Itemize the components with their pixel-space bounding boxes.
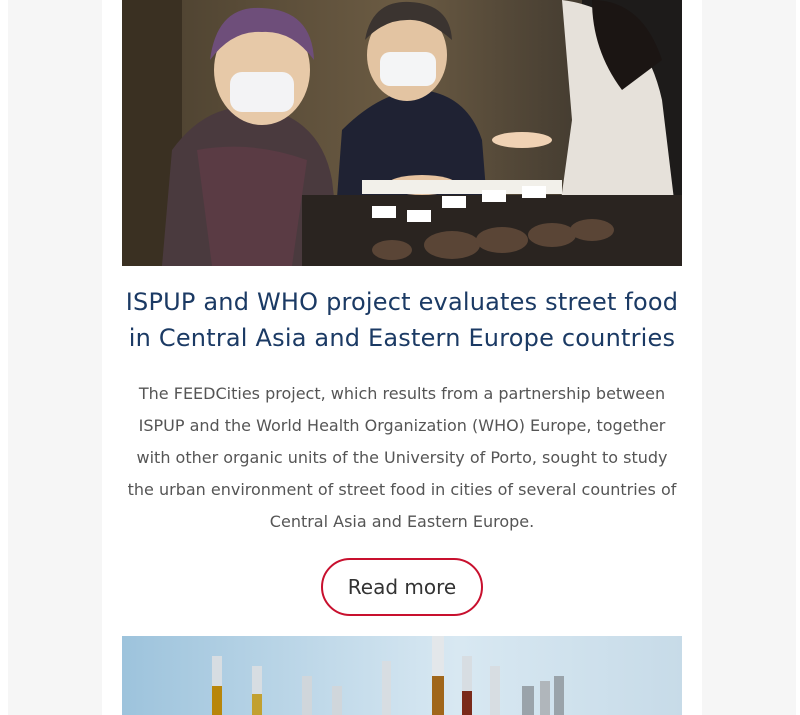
street-food-vendors-photo-icon bbox=[122, 0, 682, 266]
article-title[interactable]: ISPUP and WHO project evaluates street f… bbox=[102, 284, 702, 356]
article-summary: The FEEDCities project, which results fr… bbox=[127, 384, 677, 531]
laboratory-vials-photo-icon bbox=[122, 636, 682, 715]
article-image-laboratory[interactable] bbox=[122, 636, 682, 715]
news-list: ISPUP and WHO project evaluates street f… bbox=[102, 0, 702, 715]
read-more-button[interactable]: Read more bbox=[321, 558, 483, 616]
article-image-street-food[interactable] bbox=[122, 0, 682, 266]
